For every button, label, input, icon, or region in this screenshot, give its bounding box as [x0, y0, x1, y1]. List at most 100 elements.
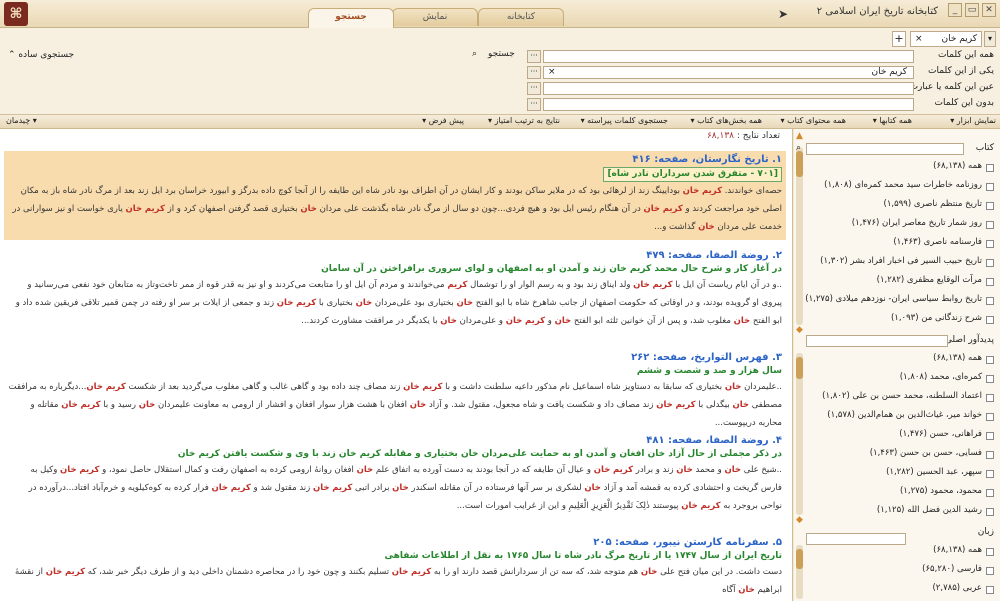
minimize-button[interactable]: _	[948, 3, 962, 17]
languages-filter-input[interactable]	[806, 533, 906, 545]
authors-checkbox[interactable]	[986, 356, 994, 364]
dropdown-chevron-icon[interactable]: ▾	[984, 31, 996, 47]
languages-checkbox[interactable]	[986, 586, 994, 594]
books-item-label[interactable]: مرآت الوقایع مظفری (۱,۲۸۲)	[877, 275, 982, 285]
books-checkbox[interactable]	[986, 297, 994, 305]
default-menu[interactable]: پیش فرض ▾	[422, 116, 464, 125]
books-checkbox[interactable]	[986, 316, 994, 324]
collapse-icon[interactable]: ▲	[796, 131, 803, 141]
books-item-label[interactable]: شرح زندگانی من (۱,۰۹۳)	[891, 313, 982, 323]
tab-library[interactable]: کتابخانه	[478, 8, 564, 26]
books-item-label[interactable]: روز شمار تاریخ معاصر ایران (۱,۴۷۶)	[852, 218, 982, 228]
exact-phrase-options[interactable]: ···	[527, 82, 541, 95]
result-snippet: ..علیمردان خان بختیاری که سابقا به دستاو…	[8, 382, 782, 428]
authors-item-label[interactable]: محمود، محمود (۱,۲۷۵)	[900, 486, 982, 496]
authors-scroll-thumb[interactable]	[796, 357, 803, 379]
authors-checkbox[interactable]	[986, 375, 994, 383]
books-checkbox[interactable]	[986, 164, 994, 172]
result-item[interactable]: ۵. سفرنامه کارستن نیبور، صفحه: ۲۰۵ تاریخ…	[4, 534, 786, 600]
authors-checkbox[interactable]	[986, 508, 994, 516]
layout-menu[interactable]: ▾ چیدمان	[6, 116, 37, 125]
languages-item-label[interactable]: همه (۶۸,۱۳۸)	[933, 545, 982, 555]
books-filter-input[interactable]	[806, 143, 964, 155]
books-item-label[interactable]: همه (۶۸,۱۳۸)	[933, 161, 982, 171]
close-button[interactable]: ✕	[982, 3, 996, 17]
authors-checkbox[interactable]	[986, 394, 994, 402]
books-checkbox[interactable]	[986, 240, 994, 248]
authors-item-label[interactable]: رشید الدین فضل الله (۱,۱۲۵)	[877, 505, 982, 515]
tab-search[interactable]: جستجو	[308, 8, 394, 28]
books-item-label[interactable]: تاریخ روابط سیاسی ایران- نوزدهم میلادی (…	[805, 294, 982, 304]
simple-search-label: جستجوی ساده	[18, 50, 75, 60]
without-words-input[interactable]	[543, 98, 914, 111]
authors-item-label[interactable]: خواند میر، غیاث‌الدین بن همام‌الدین (۱,۵…	[827, 410, 982, 420]
languages-scroll-thumb[interactable]	[796, 549, 803, 569]
books-checkbox[interactable]	[986, 259, 994, 267]
clear-icon[interactable]: ×	[548, 67, 556, 78]
authors-checkbox[interactable]	[986, 451, 994, 459]
languages-checkbox[interactable]	[986, 548, 994, 556]
any-words-input[interactable]: کریم خان ×	[543, 66, 914, 79]
books-checkbox[interactable]	[986, 278, 994, 286]
result-item[interactable]: ۳. فهرس التواریخ، صفحه: ۲۶۲ سال هزار و ص…	[4, 349, 786, 428]
query-tag[interactable]: کریم خان ×	[910, 31, 982, 47]
books-checkbox[interactable]	[986, 202, 994, 210]
authors-item-label[interactable]: فسایی، حسن بن حسن (۱,۴۶۳)	[870, 448, 982, 458]
maximize-button[interactable]: ▭	[965, 3, 979, 17]
languages-scrollbar[interactable]	[796, 545, 803, 599]
result-item[interactable]: ۱. تاریخ نگارستان، صفحه: ۴۱۶ [۷۰۱ - متفر…	[4, 151, 786, 240]
result-title[interactable]: ۴. روضة الصفا، صفحه: ۴۸۱	[8, 434, 782, 448]
any-words-options[interactable]: ···	[527, 66, 541, 79]
result-title[interactable]: ۲. روضة الصفا، صفحه: ۴۷۹	[8, 249, 782, 263]
sort-label: نتایج به ترتیب امتیاز	[494, 116, 560, 125]
authors-item-label[interactable]: همه (۶۸,۱۳۸)	[933, 353, 982, 363]
tab-view[interactable]: نمایش	[392, 8, 478, 26]
languages-item-label[interactable]: عربی (۲,۷۸۵)	[932, 583, 982, 593]
authors-item-label[interactable]: اعتماد السلطنه، محمد حسن بن علی (۱,۸۰۲)	[822, 391, 982, 401]
any-words-value: کریم خان	[871, 67, 907, 77]
without-words-options[interactable]: ···	[527, 98, 541, 111]
books-item-label[interactable]: فارسنامه ناصری (۱,۴۶۳)	[893, 237, 982, 247]
authors-checkbox[interactable]	[986, 489, 994, 497]
filter-sidebar: کتاب ▲ ⌕ همه (۶۸,۱۳۸) روزنامه خاطرات سید …	[794, 129, 1000, 601]
all-content-menu[interactable]: همه محتوای کتاب ▾	[781, 116, 846, 125]
books-checkbox[interactable]	[986, 221, 994, 229]
languages-checkbox[interactable]	[986, 567, 994, 575]
authors-scrollbar[interactable]	[796, 353, 803, 515]
authors-item-label[interactable]: فراهانی، حسن (۱,۴۷۶)	[899, 429, 982, 439]
all-books-menu[interactable]: همه کتابها ▾	[873, 116, 912, 125]
result-snippet: ..شیخ علی خان و محمد خان زند و برادر کری…	[28, 465, 782, 511]
authors-filter-input[interactable]	[806, 335, 948, 347]
authors-checkbox[interactable]	[986, 470, 994, 478]
authors-checkbox[interactable]	[986, 413, 994, 421]
books-checkbox[interactable]	[986, 183, 994, 191]
search-words-menu[interactable]: جستجوی کلمات پیراسته ▾	[581, 116, 668, 125]
exact-phrase-input[interactable]	[543, 82, 914, 95]
search-icon[interactable]: ⌕	[796, 143, 801, 153]
all-sections-menu[interactable]: همه بخش‌های کتاب ▾	[691, 116, 762, 125]
tag-close-icon[interactable]: ×	[915, 32, 923, 46]
books-scroll-thumb[interactable]	[796, 151, 803, 177]
result-title[interactable]: ۵. سفرنامه کارستن نیبور، صفحه: ۲۰۵	[8, 536, 782, 550]
books-item-label[interactable]: تاریخ حبیب السیر فی اخبار افراد بشر (۱,۳…	[820, 256, 982, 266]
authors-item-label[interactable]: کمره‌ای، محمد (۱,۸۰۸)	[900, 372, 982, 382]
search-icon[interactable]: ⌕	[472, 49, 477, 59]
authors-checkbox[interactable]	[986, 432, 994, 440]
show-tools-menu[interactable]: نمایش ابزار ▾	[950, 116, 996, 125]
books-item-label[interactable]: روزنامه خاطرات سید محمد کمره‌ای (۱,۸۰۸)	[824, 180, 982, 190]
books-item-label[interactable]: تاریخ منتظم ناصری (۱,۵۹۹)	[884, 199, 982, 209]
books-scrollbar[interactable]	[796, 147, 803, 325]
result-item[interactable]: ۲. روضة الصفا، صفحه: ۴۷۹ در آغاز کار و ش…	[4, 247, 786, 341]
all-words-input[interactable]	[543, 50, 914, 63]
sort-menu[interactable]: نتایج به ترتیب امتیاز ▾	[488, 116, 560, 125]
authors-item-label[interactable]: سپهر، عبد الحسین (۱,۲۸۲)	[886, 467, 982, 477]
result-title[interactable]: ۳. فهرس التواریخ، صفحه: ۲۶۲	[8, 351, 782, 365]
all-content-label: همه محتوای کتاب	[787, 116, 846, 125]
add-query-button[interactable]: +	[892, 31, 906, 47]
result-item[interactable]: ۴. روضة الصفا، صفحه: ۴۸۱ در ذکر مجملی از…	[4, 432, 786, 527]
result-subtitle: [۷۰۱ - متفرق شدن سرداران نادر شاه]	[603, 167, 782, 182]
languages-item-label[interactable]: فارسی (۶۵,۲۸۰)	[922, 564, 982, 574]
all-words-options[interactable]: ···	[527, 50, 541, 63]
simple-search-toggle[interactable]: جستجوی ساده ⌃	[8, 50, 74, 60]
result-title[interactable]: ۱. تاریخ نگارستان، صفحه: ۴۱۶	[8, 153, 782, 167]
